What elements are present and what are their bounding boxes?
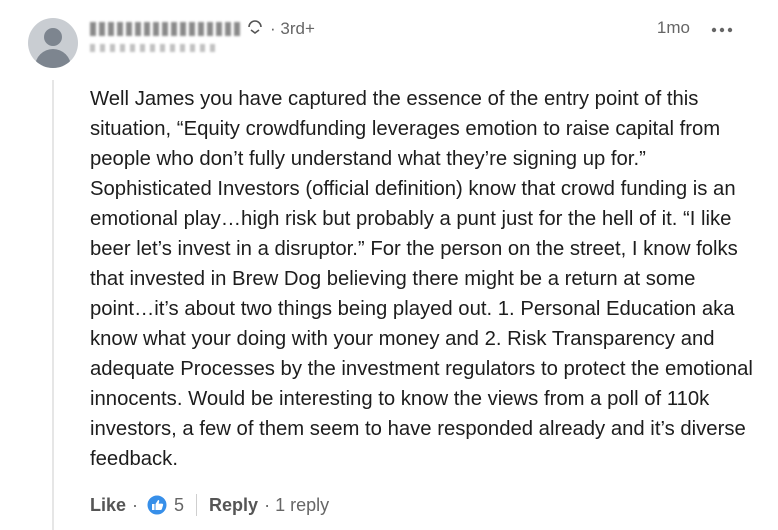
like-reaction-icon [146,494,168,516]
author-avatar[interactable] [28,18,78,68]
comment-body: Well James you have captured the essence… [90,88,753,470]
reply-button[interactable]: Reply [209,495,258,516]
comment-actions: Like · 5 Reply · 1 reply [90,491,329,519]
reply-count-link[interactable]: · 1 reply [264,495,329,516]
comment-timestamp: 1mo [656,18,690,37]
author-name-redacted[interactable] [90,22,240,36]
more-horizontal-icon [711,17,733,38]
author-headline-redacted [90,44,220,52]
thread-line [52,80,54,530]
actions-separator: · [132,494,139,515]
reactions-summary[interactable]: 5 [146,494,184,516]
connection-degree: · 3rd+ [270,19,315,38]
comment-author-row: · 3rd+ [90,14,315,44]
reaction-count: 5 [174,494,185,515]
actions-divider [196,494,198,516]
more-options-button[interactable] [708,14,736,40]
avatar-body-shape [35,49,71,68]
verified-badge-icon [246,20,264,38]
like-button[interactable]: Like [90,495,126,516]
avatar-head-shape [44,28,62,46]
